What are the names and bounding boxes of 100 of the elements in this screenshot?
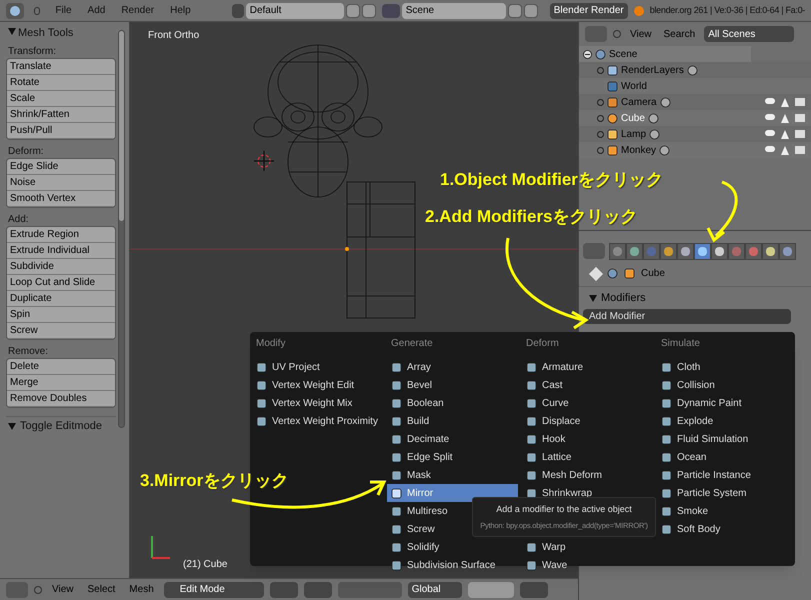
menu-item[interactable]: Particle System [657, 484, 788, 502]
menu-item[interactable]: Bevel [387, 376, 518, 394]
property-tab[interactable] [677, 242, 694, 260]
expander-icon[interactable] [583, 50, 592, 58]
layout-field[interactable]: Default [246, 2, 344, 18]
orientation-dropdown[interactable]: Global [408, 582, 462, 598]
menu-item[interactable]: Smoke [657, 502, 788, 520]
menu-item[interactable]: Mesh Deform [522, 466, 653, 484]
menu-button[interactable]: Help [165, 3, 196, 18]
property-tab[interactable] [694, 242, 711, 260]
menu-item[interactable]: Mask [387, 466, 518, 484]
collapse-icon[interactable] [34, 586, 42, 594]
menu-item[interactable]: Ocean [657, 448, 788, 466]
menu-item[interactable]: Lattice [522, 448, 653, 466]
tool-button[interactable]: Extrude Individual [7, 243, 115, 259]
menu-item[interactable]: Cloth [657, 358, 788, 376]
tool-button[interactable]: Remove Doubles [7, 391, 115, 407]
tool-button[interactable]: Loop Cut and Slide [7, 275, 115, 291]
tree-row[interactable]: Monkey [579, 142, 811, 158]
tree-row[interactable]: World [579, 78, 811, 94]
scrollbar[interactable] [118, 30, 125, 428]
menu-item[interactable]: Vertex Weight Edit [252, 376, 383, 394]
menu-item[interactable]: Collision [657, 376, 788, 394]
tree-row[interactable]: Cube [579, 110, 811, 126]
menu-item[interactable]: Dynamic Paint [657, 394, 788, 412]
tool-button[interactable]: Shrink/Fatten [7, 107, 115, 123]
tool-button[interactable]: Noise [7, 175, 115, 191]
menu-item[interactable]: Curve [522, 394, 653, 412]
menu-item[interactable]: Explode [657, 412, 788, 430]
menu-item[interactable]: Cast [522, 376, 653, 394]
render-engine-dropdown[interactable]: Blender Render [550, 2, 628, 18]
tool-button[interactable]: Delete [7, 359, 115, 375]
property-tab[interactable] [609, 242, 626, 260]
menu-button[interactable]: Search [660, 26, 698, 42]
tool-button[interactable]: Spin [7, 307, 115, 323]
menu-button[interactable]: File [50, 3, 77, 18]
menu-item[interactable]: Edge Split [387, 448, 518, 466]
menu-item[interactable]: Soft Body [657, 520, 788, 538]
tool-button[interactable]: Scale [7, 91, 115, 107]
menu-item[interactable]: Vertex Weight Mix [252, 394, 383, 412]
tool-button[interactable]: Duplicate [7, 291, 115, 307]
menu-item[interactable]: Build [387, 412, 518, 430]
tool-button[interactable]: Extrude Region [7, 227, 115, 243]
tool-button[interactable]: Screw [7, 323, 115, 339]
property-tab[interactable] [711, 242, 728, 260]
menu-item[interactable]: Boolean [387, 394, 518, 412]
menu-item[interactable]: Mirror [387, 484, 518, 502]
menu-item[interactable]: Hook [522, 430, 653, 448]
select-mode-toggle[interactable] [468, 582, 514, 598]
tree-row[interactable]: Scene [579, 46, 751, 62]
property-tab[interactable] [626, 242, 643, 260]
menu-button[interactable]: Mesh [125, 582, 158, 597]
mode-dropdown[interactable]: Edit Mode [164, 582, 264, 598]
tool-button[interactable]: Push/Pull [7, 123, 115, 139]
collapse-icon[interactable] [34, 6, 40, 14]
tool-button[interactable]: Smooth Vertex [7, 191, 115, 207]
property-tab[interactable] [762, 242, 779, 260]
panel-header[interactable]: Modifiers [601, 290, 646, 306]
menu-item[interactable]: Displace [522, 412, 653, 430]
menu-item[interactable]: Fluid Simulation [657, 430, 788, 448]
scene-field[interactable]: Scene [402, 2, 506, 18]
add-icon[interactable] [508, 4, 522, 18]
menu-button[interactable]: View [627, 26, 654, 42]
menu-item[interactable]: Wave [522, 556, 653, 574]
tree-row[interactable]: Lamp [579, 126, 811, 142]
menu-item[interactable]: Particle Instance [657, 466, 788, 484]
panel-header[interactable]: Toggle Editmode [20, 418, 102, 435]
add-icon[interactable] [346, 4, 360, 18]
menu-button[interactable]: Render [116, 3, 160, 18]
editor-type-button[interactable] [6, 2, 24, 18]
menu-item[interactable]: UV Project [252, 358, 383, 376]
filter-dropdown[interactable]: All Scenes [704, 26, 794, 42]
tool-button[interactable]: Subdivide [7, 259, 115, 275]
property-tab[interactable] [745, 242, 762, 260]
tree-row[interactable]: RenderLayers [579, 62, 811, 78]
proportional-dropdown[interactable] [520, 582, 548, 598]
breadcrumb[interactable]: Cube [641, 266, 665, 281]
menu-item[interactable]: Armature [522, 358, 653, 376]
menu-item[interactable]: Decimate [387, 430, 518, 448]
tool-button[interactable]: Merge [7, 375, 115, 391]
close-icon[interactable] [362, 4, 376, 18]
close-icon[interactable] [524, 4, 538, 18]
tool-button[interactable]: Translate [7, 59, 115, 75]
menu-button[interactable]: Select [84, 582, 120, 597]
menu-button[interactable]: View [48, 582, 78, 597]
tool-button[interactable]: Edge Slide [7, 159, 115, 175]
menu-item[interactable]: Vertex Weight Proximity [252, 412, 383, 430]
add-modifier-dropdown[interactable]: Add Modifier [583, 309, 791, 324]
triangle-icon[interactable] [589, 294, 597, 302]
collapse-icon[interactable] [613, 30, 621, 38]
pivot-dropdown[interactable] [270, 582, 298, 598]
tree-row[interactable]: Camera [579, 94, 811, 110]
menu-item[interactable]: Array [387, 358, 518, 376]
property-tab[interactable] [779, 242, 796, 260]
triangle-icon[interactable] [8, 28, 16, 34]
shading-dropdown[interactable] [304, 582, 332, 598]
property-tab[interactable] [660, 242, 677, 260]
menu-item[interactable]: Subdivision Surface [387, 556, 518, 574]
tool-button[interactable]: Rotate [7, 75, 115, 91]
menu-item[interactable]: Solidify [387, 538, 518, 556]
